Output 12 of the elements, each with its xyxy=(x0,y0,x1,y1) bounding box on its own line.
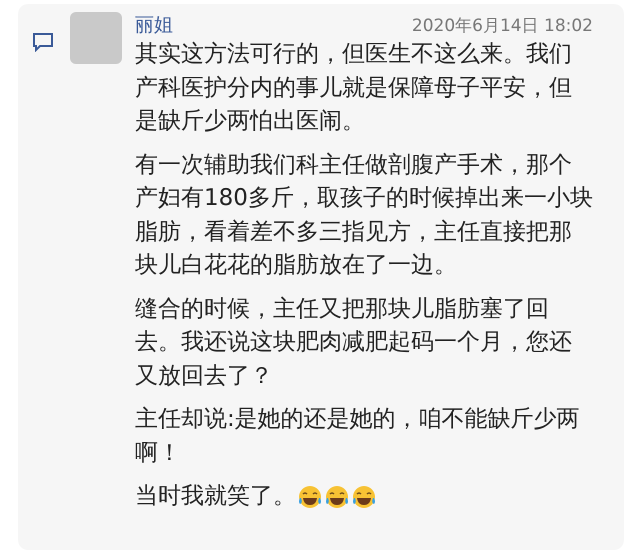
comment-paragraph: 有一次辅助我们科主任做剖腹产手术，那个产妇有180多斤，取孩子的时候掉出来一小块脂肪，看着差不多三指见方，主任直接把那块儿白花花的脂肪放在了一边。 xyxy=(135,150,593,280)
timestamp: 2020年6月14日 18:02 xyxy=(412,15,593,37)
laughing-tears-icon xyxy=(297,484,323,510)
laughing-tears-icon xyxy=(324,484,350,510)
comment-icon[interactable] xyxy=(32,32,54,52)
comment-paragraph: 当时我就笑了。 xyxy=(135,482,296,511)
comment-paragraph: 其实这方法可行的，但医生不这么来。我们产科医护分内的事儿就是保障母子平安，但是缺斤少两怕出医闹。 xyxy=(135,40,573,136)
laughing-tears-icon xyxy=(351,484,377,510)
comment-paragraph: 主任却说:是她的还是她的，咱不能缺斤少两啊！ xyxy=(135,405,581,468)
comment-paragraph: 缝合的时候，主任又把那块儿脂肪塞了回去。我还说这块肥肉减肥起码一个月，您还又放回去了？ xyxy=(135,294,573,390)
author-name[interactable]: 丽姐 xyxy=(135,12,173,38)
avatar-placeholder xyxy=(70,12,122,64)
